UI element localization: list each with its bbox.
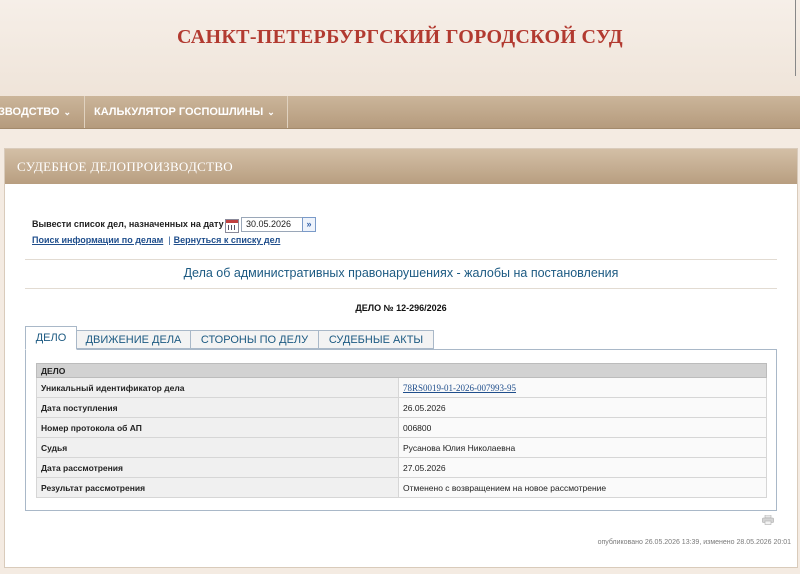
case-info-table: ДЕЛО Уникальный идентификатор дела 78RS0… bbox=[36, 363, 767, 498]
show-cases-button[interactable]: » bbox=[302, 217, 316, 232]
search-cases-link[interactable]: Поиск информации по делам bbox=[32, 235, 163, 245]
case-details-box: ДЕЛО Уникальный идентификатор дела 78RS0… bbox=[25, 349, 777, 511]
divider bbox=[25, 259, 777, 260]
date-filter-label: Вывести список дел, назначенных на дату bbox=[32, 219, 224, 229]
published-info: опубликовано 26.05.2026 13:39, изменено … bbox=[597, 539, 791, 546]
site-title[interactable]: САНКТ-ПЕТЕРБУРГСКИЙ ГОРОДСКОЙ СУД bbox=[0, 26, 800, 49]
case-category: Дела об административных правонарушениях… bbox=[183, 266, 619, 280]
row-value: 78RS0019-01-2026-007993-95 bbox=[398, 377, 767, 398]
header-divider bbox=[795, 0, 796, 76]
divider bbox=[25, 288, 777, 289]
row-label: Уникальный идентификатор дела bbox=[36, 377, 399, 398]
back-to-list-link[interactable]: Вернуться к списку дел bbox=[174, 235, 281, 245]
table-row: Дата поступления 26.05.2026 bbox=[36, 397, 767, 418]
table-row: Результат рассмотрения Отменено с возвра… bbox=[36, 477, 767, 498]
calendar-icon[interactable] bbox=[225, 219, 239, 233]
row-value: 27.05.2026 bbox=[398, 457, 767, 478]
table-header: ДЕЛО bbox=[36, 363, 767, 378]
row-value: Русанова Юлия Николаевна bbox=[398, 437, 767, 458]
row-label: Судья bbox=[36, 437, 399, 458]
table-header-row: ДЕЛО bbox=[36, 363, 767, 378]
nav-separator bbox=[287, 96, 288, 128]
nav-item-label: КАЛЬКУЛЯТОР ГОСПОШЛИНЫ bbox=[94, 106, 264, 118]
row-label: Дата поступления bbox=[36, 397, 399, 418]
case-uid-link[interactable]: 78RS0019-01-2026-007993-95 bbox=[403, 383, 516, 393]
panel-header: СУДЕБНОЕ ДЕЛОПРОИЗВОДСТВО bbox=[5, 149, 797, 184]
nav-item-fee-calculator[interactable]: КАЛЬКУЛЯТОР ГОСПОШЛИНЫ ⌄ bbox=[94, 96, 275, 128]
row-label: Дата рассмотрения bbox=[36, 457, 399, 478]
case-number: ДЕЛО № 12-296/2026 bbox=[355, 303, 447, 313]
row-value: Отменено с возвращением на новое рассмот… bbox=[398, 477, 767, 498]
chevron-down-icon: ⌄ bbox=[63, 107, 71, 117]
content-panel: СУДЕБНОЕ ДЕЛОПРОИЗВОДСТВО Вывести список… bbox=[4, 148, 798, 568]
row-value: 26.05.2026 bbox=[398, 397, 767, 418]
panel-title: СУДЕБНОЕ ДЕЛОПРОИЗВОДСТВО bbox=[17, 159, 233, 174]
table-row: Дата рассмотрения 27.05.2026 bbox=[36, 457, 767, 478]
tab-case[interactable]: ДЕЛО bbox=[25, 326, 77, 350]
table-row: Уникальный идентификатор дела 78RS0019-0… bbox=[36, 377, 767, 398]
nav-item-label: ЗВОДСТВО bbox=[0, 106, 60, 118]
tab-court-acts[interactable]: СУДЕБНЫЕ АКТЫ bbox=[318, 330, 434, 349]
tab-case-movement[interactable]: ДВИЖЕНИЕ ДЕЛА bbox=[76, 330, 191, 349]
site-header: САНКТ-ПЕТЕРБУРГСКИЙ ГОРОДСКОЙ СУД bbox=[0, 0, 800, 96]
row-label: Номер протокола об АП bbox=[36, 417, 399, 438]
row-value: 006800 bbox=[398, 417, 767, 438]
chevron-down-icon: ⌄ bbox=[267, 107, 275, 117]
date-input[interactable] bbox=[241, 217, 304, 232]
printer-icon[interactable] bbox=[762, 515, 774, 525]
tab-parties[interactable]: СТОРОНЫ ПО ДЕЛУ bbox=[190, 330, 319, 349]
main-nav: ЗВОДСТВО ⌄ КАЛЬКУЛЯТОР ГОСПОШЛИНЫ ⌄ bbox=[0, 96, 800, 129]
nav-separator bbox=[84, 96, 85, 128]
link-separator: | bbox=[168, 235, 171, 245]
table-row: Номер протокола об АП 006800 bbox=[36, 417, 767, 438]
nav-item-proceedings[interactable]: ЗВОДСТВО ⌄ bbox=[0, 96, 71, 128]
panel-links: Поиск информации по делам | Вернуться к сп… bbox=[32, 235, 280, 245]
table-row: Судья Русанова Юлия Николаевна bbox=[36, 437, 767, 458]
row-label: Результат рассмотрения bbox=[36, 477, 399, 498]
